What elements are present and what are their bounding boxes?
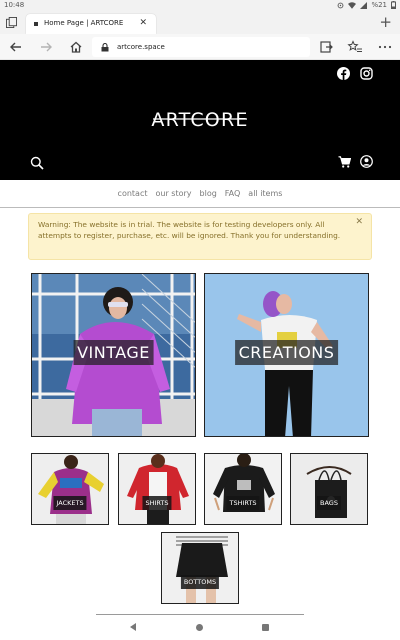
svg-text:ARTCORE: ARTCORE <box>151 109 248 131</box>
instagram-icon[interactable] <box>360 67 373 80</box>
wifi-icon <box>348 1 357 9</box>
favicon-icon <box>34 22 38 26</box>
category-label-bags: BAGS <box>317 496 341 510</box>
nav-link-contact[interactable]: contact <box>118 189 148 198</box>
category-tile-jackets[interactable]: JACKETS <box>31 453 109 525</box>
signal-icon <box>360 1 368 9</box>
tab-close-icon[interactable]: ✕ <box>139 18 147 28</box>
share-icon[interactable] <box>318 39 334 55</box>
home-icon[interactable] <box>68 39 84 55</box>
category-tile-bags[interactable]: BAGS <box>290 453 368 525</box>
site-logo[interactable]: ARTCORE <box>151 106 249 132</box>
forward-arrow-icon[interactable] <box>38 39 54 55</box>
system-nav-bar <box>0 614 400 640</box>
trial-warning-alert: Warning: The website is in trial. The we… <box>28 213 372 260</box>
tabs-overview-icon[interactable] <box>6 17 17 28</box>
category-label-tshirts: TSHIRTS <box>226 496 260 510</box>
system-home-icon[interactable] <box>196 624 203 631</box>
battery-level: %21 <box>371 1 387 9</box>
back-arrow-icon[interactable] <box>8 39 24 55</box>
battery-icon <box>391 1 396 9</box>
shirts-photo <box>119 454 195 524</box>
category-label-shirts: SHIRTS <box>142 496 172 510</box>
tab-title: Home Page | ARTCORE <box>44 19 124 27</box>
browser-tab[interactable]: Home Page | ARTCORE ✕ <box>26 14 156 34</box>
bottoms-photo <box>162 533 238 603</box>
address-bar: artcore.space <box>0 34 400 60</box>
status-time: 10:48 <box>4 1 25 9</box>
nav-link-all-items[interactable]: all items <box>248 189 282 198</box>
url-text: artcore.space <box>117 43 165 51</box>
lock-icon <box>101 43 109 52</box>
alert-close-icon[interactable]: ✕ <box>355 217 363 228</box>
divider <box>96 614 304 615</box>
nav-link-blog[interactable]: blog <box>200 189 217 198</box>
status-bar: 10:48 %21 <box>0 0 400 12</box>
featured-tile-vintage[interactable]: VINTAGE <box>31 273 196 437</box>
nav-link-faq[interactable]: FAQ <box>225 189 241 198</box>
site-nav: contact our story blog FAQ all items <box>0 180 400 208</box>
system-recents-icon[interactable] <box>262 624 269 631</box>
jackets-photo <box>32 454 108 524</box>
category-tile-bottoms[interactable]: BOTTOMS <box>161 532 239 604</box>
search-icon[interactable] <box>30 156 44 170</box>
url-field[interactable]: artcore.space <box>92 37 310 57</box>
alert-text: Warning: The website is in trial. The we… <box>38 220 341 240</box>
featured-label-creations: CREATIONS <box>234 340 339 365</box>
more-icon[interactable] <box>377 39 393 55</box>
featured-tile-creations[interactable]: CREATIONS <box>204 273 369 437</box>
location-icon <box>338 2 344 8</box>
cart-icon[interactable] <box>338 156 351 168</box>
facebook-icon[interactable] <box>337 67 350 80</box>
category-tile-shirts[interactable]: SHIRTS <box>118 453 196 525</box>
tab-strip: Home Page | ARTCORE ✕ + <box>0 12 400 34</box>
system-back-icon[interactable] <box>130 623 136 631</box>
new-tab-icon[interactable]: + <box>379 13 392 31</box>
category-label-jackets: JACKETS <box>53 496 87 510</box>
nav-link-our-story[interactable]: our story <box>155 189 191 198</box>
featured-label-vintage: VINTAGE <box>73 340 154 365</box>
tshirts-photo <box>205 454 281 524</box>
category-tile-tshirts[interactable]: TSHIRTS <box>204 453 282 525</box>
favorites-icon[interactable] <box>347 39 363 55</box>
account-icon[interactable] <box>360 155 373 168</box>
bags-photo <box>291 454 367 524</box>
category-label-bottoms: BOTTOMS <box>180 575 220 589</box>
